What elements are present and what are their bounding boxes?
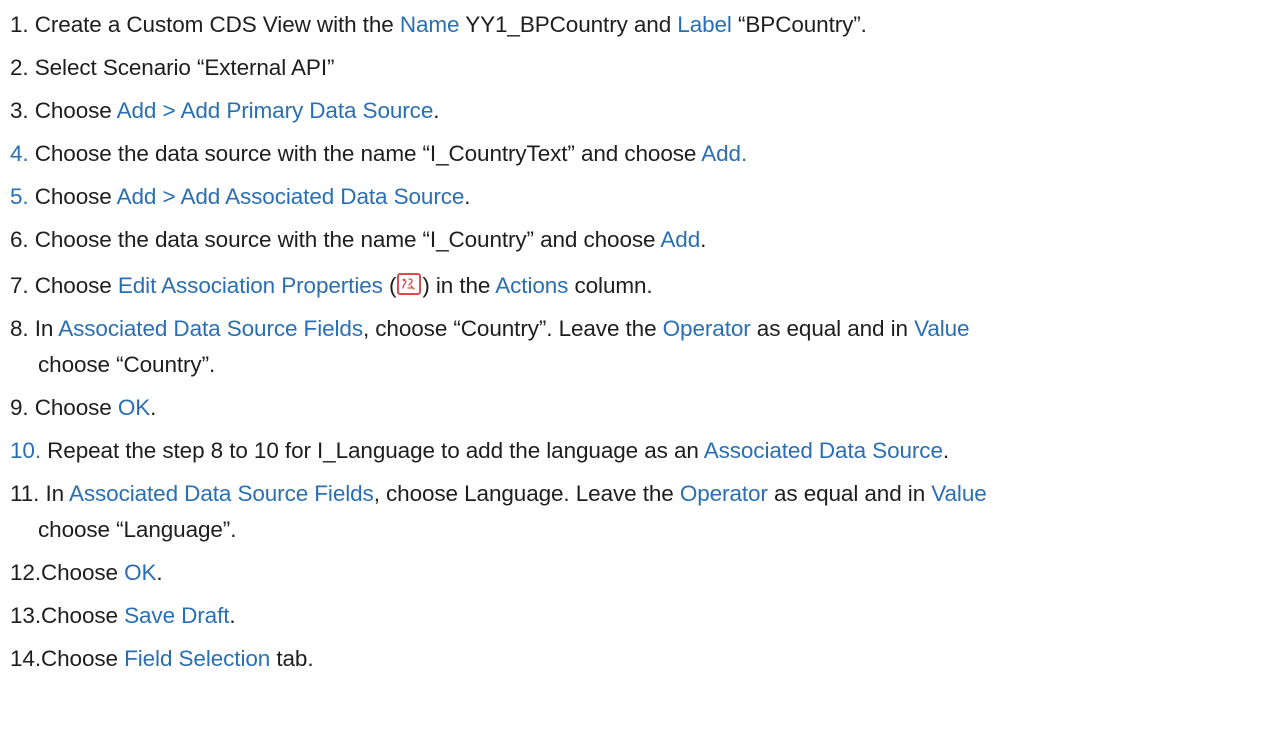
step-text: Choose [40,646,125,671]
step-8: 8. In Associated Data Source Fields, cho… [10,311,1265,383]
step-number: 3. [10,98,29,123]
document-page: 1. Create a Custom CDS View with the Nam… [0,0,1273,742]
step-11: 11. In Associated Data Source Fields, ch… [10,476,1265,548]
step-12: 12.Choose OK. [10,555,1265,591]
ui-term-label: Label [677,12,732,37]
step-number: 6. [10,227,29,252]
step-text: , choose Language. Leave the [373,481,680,506]
step-text: . [150,395,157,420]
ui-term-value: Value [931,481,987,506]
step-13: 13.Choose Save Draft. [10,598,1265,634]
ui-term-save-draft: Save Draft [124,603,230,628]
step-text: Choose [34,184,117,209]
step-text: tab. [270,646,314,671]
step-text: “BPCountry”. [731,12,867,37]
step-number: 7. [10,273,29,298]
step-continuation: choose “Country”. [38,352,216,377]
step-text: Choose the data source with the name “I_… [34,141,702,166]
ui-term-associated-fields: Associated Data Source Fields [68,481,374,506]
step-number: 1. [10,12,29,37]
step-number: 2. [10,55,29,80]
ui-term-add-primary: Add > Add Primary Data Source [116,98,434,123]
ui-term-operator: Operator [679,481,768,506]
step-text: as equal and in [767,481,932,506]
step-1: 1. Create a Custom CDS View with the Nam… [10,7,1265,43]
step-text: column. [568,273,653,298]
step-text: Repeat the step 8 to 10 for I_Language t… [47,438,704,463]
step-text: as equal and in [750,316,915,341]
step-number: 8. [10,316,29,341]
ui-term-actions: Actions [495,273,569,298]
step-text: . [156,560,163,585]
step-number: 10. [10,438,41,463]
step-text: . [433,98,440,123]
step-text: . [229,603,236,628]
step-number: 11. [10,481,40,506]
step-2: 2. Select Scenario “External API” [10,50,1265,86]
ui-term-ok: OK [117,395,151,420]
step-3: 3. Choose Add > Add Primary Data Source. [10,93,1265,129]
step-text: ( [382,273,397,298]
step-text: YY1_BPCountry and [459,12,678,37]
step-number: 13. [10,603,41,628]
step-text: In [34,316,59,341]
ui-term-field-selection: Field Selection [124,646,271,671]
ui-term-value: Value [914,316,970,341]
step-number: 4. [10,141,29,166]
step-text: In [45,481,69,506]
step-text: . [464,184,471,209]
ui-term-ok: OK [124,560,157,585]
step-continuation: choose “Language”. [38,517,237,542]
step-7: 7. Choose Edit Association Properties ()… [10,268,1265,304]
step-text: ) in the [422,273,496,298]
step-text: Select Scenario “External API” [34,55,335,80]
ui-term-operator: Operator [662,316,751,341]
step-4: 4. Choose the data source with the name … [10,136,1265,172]
ui-term-add-associated: Add > Add Associated Data Source [116,184,465,209]
step-number: 5. [10,184,29,209]
ui-term-associated-fields: Associated Data Source Fields [58,316,363,341]
ui-term-edit-association: Edit Association Properties [117,273,383,298]
step-text: . [942,438,950,463]
step-text: Choose [40,560,125,585]
step-5: 5. Choose Add > Add Associated Data Sour… [10,179,1265,215]
step-10: 10. Repeat the step 8 to 10 for I_Langua… [10,433,1265,469]
step-6: 6. Choose the data source with the name … [10,222,1265,258]
step-text: Choose [40,603,125,628]
step-text: . [700,227,707,252]
step-number: 12. [10,560,41,585]
edit-association-icon [397,273,422,295]
step-text: Choose the data source with the name “I_… [34,227,661,252]
step-text: Choose [34,98,117,123]
step-text: Choose [34,395,118,420]
ui-term-add: Add. [701,141,748,166]
step-14: 14.Choose Field Selection tab. [10,641,1265,677]
step-text: , choose “Country”. Leave the [362,316,663,341]
step-number: 14. [10,646,41,671]
step-9: 9. Choose OK. [10,390,1265,426]
step-text: Create a Custom CDS View with the [34,12,400,37]
ui-term-add: Add [660,227,701,252]
ui-term-associated-source: Associated Data Source [703,438,943,463]
step-number: 9. [10,395,29,420]
ui-term-name: Name [399,12,460,37]
step-text: Choose [34,273,118,298]
